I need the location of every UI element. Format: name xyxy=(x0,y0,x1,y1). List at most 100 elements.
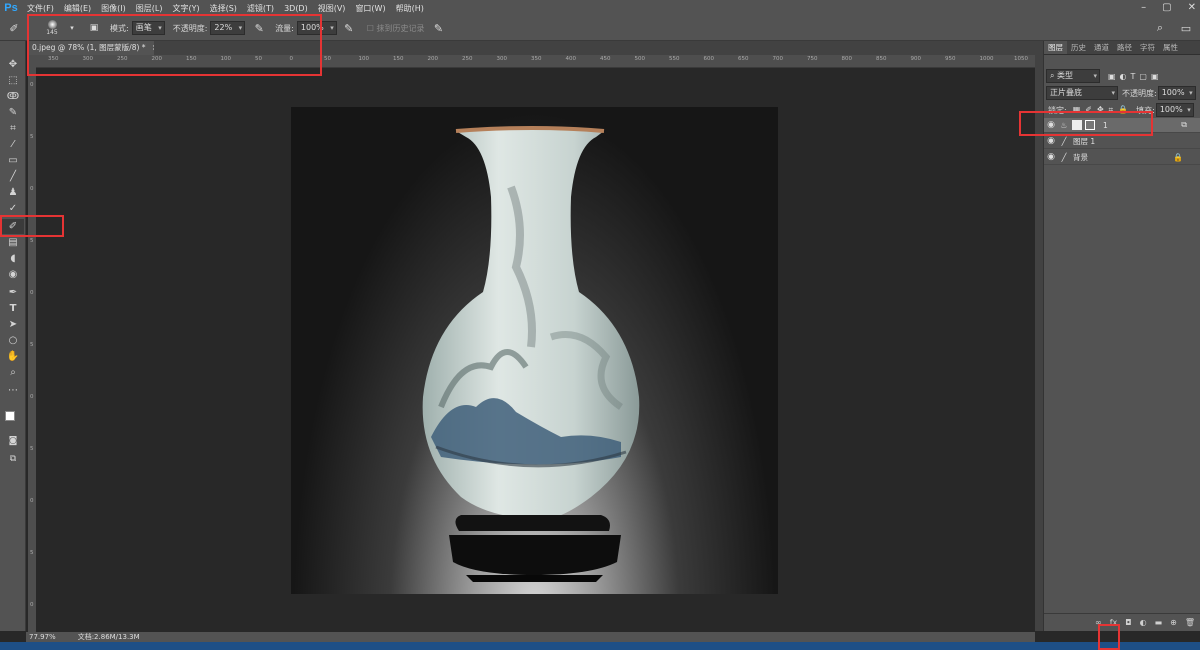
ruler-tick-label: 600 xyxy=(703,56,715,62)
search-icon[interactable]: ⌕ xyxy=(1152,20,1168,36)
new-layer-icon[interactable]: ⊕ xyxy=(1170,618,1177,627)
workspace-icon[interactable]: ▭ xyxy=(1178,20,1194,36)
menu-image[interactable]: 图像(I) xyxy=(96,3,131,14)
tab-layers[interactable]: 图层 xyxy=(1044,41,1067,54)
zoom-level[interactable]: 77.97% xyxy=(29,633,56,641)
layer-row[interactable]: ◉ ╱ 图层 1 xyxy=(1044,134,1200,149)
ruler-tick-label: 0 xyxy=(30,82,34,88)
ruler-tick-label: 500 xyxy=(634,56,646,62)
maximize-button[interactable]: ▢ xyxy=(1162,2,1171,13)
menu-window[interactable]: 窗口(W) xyxy=(350,3,390,14)
photoshop-logo: Ps xyxy=(4,2,18,14)
tab-history[interactable]: 历史 xyxy=(1067,41,1090,54)
brush-icon: ╱ xyxy=(1061,152,1067,162)
ruler-tick-label: 200 xyxy=(427,56,439,62)
crop-tool-icon[interactable]: ⌗ xyxy=(2,121,24,136)
ruler-tick-label: 700 xyxy=(772,56,784,62)
menu-select[interactable]: 选择(S) xyxy=(205,3,242,14)
ruler-tick-label: 350 xyxy=(531,56,542,62)
brush-tool-icon[interactable]: ╱ xyxy=(2,169,24,184)
tools-panel: ✥ ⬚ ↂ ✎ ⌗ ⁄ ▭ ╱ ♟ ✓ ✐ ▤ ◖ ◉ ✒ T ➤ ○ ✋ ⌕ … xyxy=(0,41,26,631)
move-tool-icon[interactable]: ✥ xyxy=(2,57,24,72)
ruler-tick-label: 650 xyxy=(738,56,749,62)
ruler-tick-label: 150 xyxy=(393,56,404,62)
blend-mode-select[interactable]: 正片叠底 xyxy=(1046,86,1118,100)
pressure-size-icon[interactable]: ✎ xyxy=(430,20,446,36)
adjustment-layer-icon[interactable]: ◐ xyxy=(1140,618,1147,627)
foreground-color-swatch[interactable] xyxy=(5,411,15,421)
menu-3d[interactable]: 3D(D) xyxy=(279,4,313,13)
group-icon[interactable]: ▬ xyxy=(1155,618,1163,627)
ruler-tick-label: 750 xyxy=(807,56,818,62)
menu-help[interactable]: 帮助(H) xyxy=(391,3,429,14)
more-tools-icon[interactable]: ⋯ xyxy=(2,383,24,398)
healing-brush-tool-icon[interactable]: ▭ xyxy=(2,153,24,168)
zoom-tool-icon[interactable]: ⌕ xyxy=(2,365,24,380)
menu-layer[interactable]: 图层(L) xyxy=(131,3,168,14)
fill-field[interactable]: 100% xyxy=(1155,103,1194,117)
layer-name[interactable]: 图层 1 xyxy=(1073,136,1095,147)
ruler-tick-label: 400 xyxy=(565,56,577,62)
add-mask-icon[interactable]: ◘ xyxy=(1125,618,1131,627)
quick-mask-icon[interactable]: ◙ xyxy=(2,433,24,448)
layer-name[interactable]: 背景 xyxy=(1073,152,1088,163)
path-select-tool-icon[interactable]: ➤ xyxy=(2,317,24,332)
ruler-tick-label: 5 xyxy=(30,134,34,140)
history-brush-tool-icon[interactable]: ✓ xyxy=(2,201,24,216)
menu-edit[interactable]: 编辑(E) xyxy=(59,3,96,14)
ruler-tick-label: 800 xyxy=(841,56,853,62)
lasso-tool-icon[interactable]: ↂ xyxy=(2,89,24,104)
eye-icon[interactable]: ◉ xyxy=(1044,152,1058,162)
pen-tool-icon[interactable]: ✒ xyxy=(2,285,24,300)
menu-file[interactable]: 文件(F) xyxy=(22,3,59,14)
ruler-tick-label: 5 xyxy=(30,550,34,556)
menu-view[interactable]: 视图(V) xyxy=(313,3,351,14)
eyedropper-tool-icon[interactable]: ⁄ xyxy=(2,137,24,152)
filter-icons[interactable]: ▣◐T▢▣ xyxy=(1108,72,1163,81)
tab-channels[interactable]: 通道 xyxy=(1090,41,1113,54)
shape-tool-icon[interactable]: ○ xyxy=(2,333,24,348)
tab-properties[interactable]: 属性 xyxy=(1159,41,1182,54)
ruler-tick-label: 900 xyxy=(910,56,922,62)
hand-tool-icon[interactable]: ✋ xyxy=(2,349,24,364)
doc-info: 文档:2.86M/13.3M xyxy=(77,633,140,641)
ruler-tick-label: 1000 xyxy=(979,56,994,62)
ruler-tick-label: 50 xyxy=(324,56,331,62)
quick-select-tool-icon[interactable]: ✎ xyxy=(2,105,24,120)
tab-paths[interactable]: 路径 xyxy=(1113,41,1136,54)
erase-history-checkbox[interactable]: ☐ 抹到历史记录 xyxy=(367,23,425,34)
trash-icon[interactable]: 🗑 xyxy=(1185,618,1195,627)
tab-character[interactable]: 字符 xyxy=(1136,41,1159,54)
ruler-tick-label: 550 xyxy=(669,56,680,62)
eraser-tool-icon[interactable]: ✐ xyxy=(6,20,22,36)
eye-icon[interactable]: ◉ xyxy=(1044,136,1058,146)
airbrush-icon[interactable]: ✎ xyxy=(341,20,357,36)
document-image[interactable] xyxy=(291,107,778,594)
menu-filter[interactable]: 滤镜(T) xyxy=(242,3,279,14)
vertical-ruler[interactable]: 0 5 0 5 0 5 0 5 0 5 0 xyxy=(28,68,36,632)
clone-stamp-tool-icon[interactable]: ♟ xyxy=(2,185,24,200)
gradient-tool-icon[interactable]: ▤ xyxy=(2,235,24,250)
screen-mode-icon[interactable]: ⧉ xyxy=(2,451,24,466)
ruler-tick-label: 5 xyxy=(30,238,34,244)
highlight-box-layer xyxy=(1019,111,1153,136)
brush-icon: ╱ xyxy=(1061,136,1067,146)
menu-type[interactable]: 文字(Y) xyxy=(167,3,204,14)
minimize-button[interactable]: – xyxy=(1141,2,1146,13)
ruler-tick-label: 450 xyxy=(600,56,611,62)
ruler-tick-label: 300 xyxy=(496,56,508,62)
close-window-button[interactable]: ✕ xyxy=(1188,2,1196,13)
layer-row[interactable]: ◉ ╱ 背景 🔒 xyxy=(1044,150,1200,165)
ruler-tick-label: 0 xyxy=(30,290,34,296)
layer-opacity-field[interactable]: 100% xyxy=(1157,86,1196,100)
marquee-tool-icon[interactable]: ⬚ xyxy=(2,73,24,88)
type-tool-icon[interactable]: T xyxy=(2,301,24,316)
layer-opacity-label: 不透明度: xyxy=(1122,88,1157,98)
blur-tool-icon[interactable]: ◖ xyxy=(2,251,24,266)
status-bar: 77.97% 文档:2.86M/13.3M xyxy=(26,632,1035,642)
ruler-tick-label: 0 xyxy=(30,394,34,400)
ruler-tick-label: 0 xyxy=(30,602,34,608)
layer-filter-select[interactable]: ⌕ 类型 xyxy=(1046,69,1100,83)
ruler-tick-label: 5 xyxy=(30,342,34,348)
dodge-tool-icon[interactable]: ◉ xyxy=(2,267,24,282)
